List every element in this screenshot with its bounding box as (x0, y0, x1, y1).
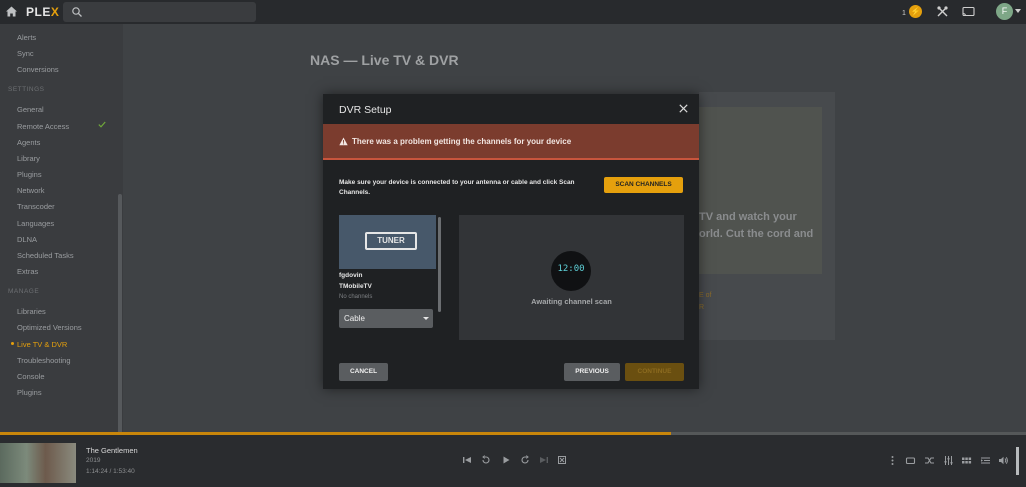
plex-logo[interactable]: PLEX (26, 5, 59, 19)
sidebar-item-troubleshooting[interactable]: Troubleshooting (17, 356, 71, 365)
more-options-icon[interactable] (887, 455, 898, 466)
device-name: fgdovin (339, 272, 363, 279)
background-text-1: TV and watch your (699, 211, 797, 223)
sidebar-item-sync[interactable]: Sync (17, 49, 34, 58)
instructions-text: Make sure your device is connected to yo… (339, 179, 575, 196)
continue-button[interactable]: CONTINUE (625, 363, 684, 381)
grid-view-icon[interactable] (961, 455, 972, 466)
sidebar-item-languages[interactable]: Languages (17, 219, 54, 228)
previous-button[interactable]: PREVIOUS (564, 363, 620, 381)
sidebar-item-libraries[interactable]: Libraries (17, 307, 46, 316)
activity-icon[interactable]: ⚡ (909, 5, 922, 18)
sidebar-scrollbar[interactable] (118, 194, 122, 454)
sidebar-heading-settings: SETTINGS (8, 86, 45, 93)
device-model: TMobileTV (339, 283, 372, 290)
skip-next-icon[interactable] (539, 455, 549, 465)
cancel-button[interactable]: CANCEL (339, 363, 388, 381)
sidebar-item-plugins-manage[interactable]: Plugins (17, 388, 42, 397)
stop-icon[interactable] (557, 455, 567, 465)
sidebar-item-conversions[interactable]: Conversions (17, 65, 59, 74)
page-title: NAS — Live TV & DVR (310, 52, 459, 68)
clock-icon: 12:00 (551, 251, 591, 291)
sidebar-item-live-tv-dvr[interactable]: Live TV & DVR (17, 340, 67, 349)
tuner-card[interactable]: TUNER (339, 215, 436, 269)
check-icon (98, 121, 106, 128)
now-playing-year: 2019 (86, 457, 101, 464)
now-playing-time: 1:14:24 / 1:53:40 (86, 468, 135, 475)
tuner-label: TUNER (365, 232, 417, 250)
volume-icon[interactable] (998, 455, 1009, 466)
sidebar-item-alerts[interactable]: Alerts (17, 33, 36, 42)
now-playing-thumbnail[interactable] (0, 443, 76, 483)
alert-message: There was a problem getting the channels… (352, 137, 572, 146)
sidebar-item-library[interactable]: Library (17, 154, 40, 163)
warning-icon (339, 137, 348, 146)
home-icon[interactable] (5, 5, 18, 18)
playlist-icon[interactable] (980, 455, 991, 466)
skip-previous-icon[interactable] (462, 455, 472, 465)
device-status: No channels (339, 294, 373, 300)
sidebar-item-plugins[interactable]: Plugins (17, 170, 42, 179)
awaiting-scan-text: Awaiting channel scan (531, 297, 612, 306)
error-alert: There was a problem getting the channels… (323, 124, 699, 160)
clock-display: 12:00 (557, 264, 585, 274)
dialog-title: DVR Setup (339, 104, 392, 116)
search-input[interactable] (63, 2, 256, 22)
now-playing-title[interactable]: The Gentlemen (86, 446, 138, 455)
avatar[interactable]: F (996, 3, 1013, 20)
background-text-2: orld. Cut the cord and (699, 228, 814, 240)
replay-icon[interactable] (481, 455, 491, 465)
scan-channels-button[interactable]: SCAN CHANNELS (604, 177, 683, 193)
volume-slider[interactable] (1016, 447, 1019, 475)
sidebar-item-dlna[interactable]: DLNA (17, 235, 37, 244)
sidebar-item-remote-access[interactable]: Remote Access (17, 122, 69, 131)
device-list-scrollbar[interactable] (438, 217, 441, 312)
sidebar-item-general[interactable]: General (17, 105, 44, 114)
top-bar: PLEX 1 ⚡ F (0, 0, 1026, 24)
sidebar-item-optimized-versions[interactable]: Optimized Versions (17, 323, 82, 332)
background-card (699, 107, 822, 274)
dvr-setup-dialog: DVR Setup There was a problem getting th… (323, 94, 699, 389)
equalizer-icon[interactable] (943, 455, 954, 466)
cast-icon[interactable] (962, 6, 975, 18)
sidebar-item-extras[interactable]: Extras (17, 267, 38, 276)
settings-tools-icon[interactable] (936, 5, 949, 18)
chevron-down-icon (423, 317, 429, 320)
activity-count: 1 (902, 10, 906, 17)
select-value: Cable (344, 314, 365, 323)
forward-icon[interactable] (520, 455, 530, 465)
chevron-down-icon[interactable] (1015, 9, 1021, 13)
sidebar-item-console[interactable]: Console (17, 372, 45, 381)
background-link-2: R (699, 304, 705, 311)
repeat-icon[interactable] (905, 455, 916, 466)
shuffle-icon[interactable] (924, 455, 935, 466)
background-link-1: E of (699, 292, 712, 299)
sidebar-item-network[interactable]: Network (17, 186, 45, 195)
sidebar-item-transcoder[interactable]: Transcoder (17, 202, 55, 211)
sidebar-item-scheduled-tasks[interactable]: Scheduled Tasks (17, 251, 74, 260)
search-icon (72, 7, 82, 17)
player-bar: The Gentlemen 2019 1:14:24 / 1:53:40 (0, 435, 1026, 487)
source-type-select[interactable]: Cable (339, 309, 433, 328)
sidebar-item-agents[interactable]: Agents (17, 138, 40, 147)
active-indicator (11, 342, 14, 345)
play-icon[interactable] (501, 455, 511, 465)
scan-status-panel: 12:00 Awaiting channel scan (459, 215, 684, 340)
close-icon[interactable] (679, 104, 688, 113)
sidebar-heading-manage: MANAGE (8, 288, 40, 295)
